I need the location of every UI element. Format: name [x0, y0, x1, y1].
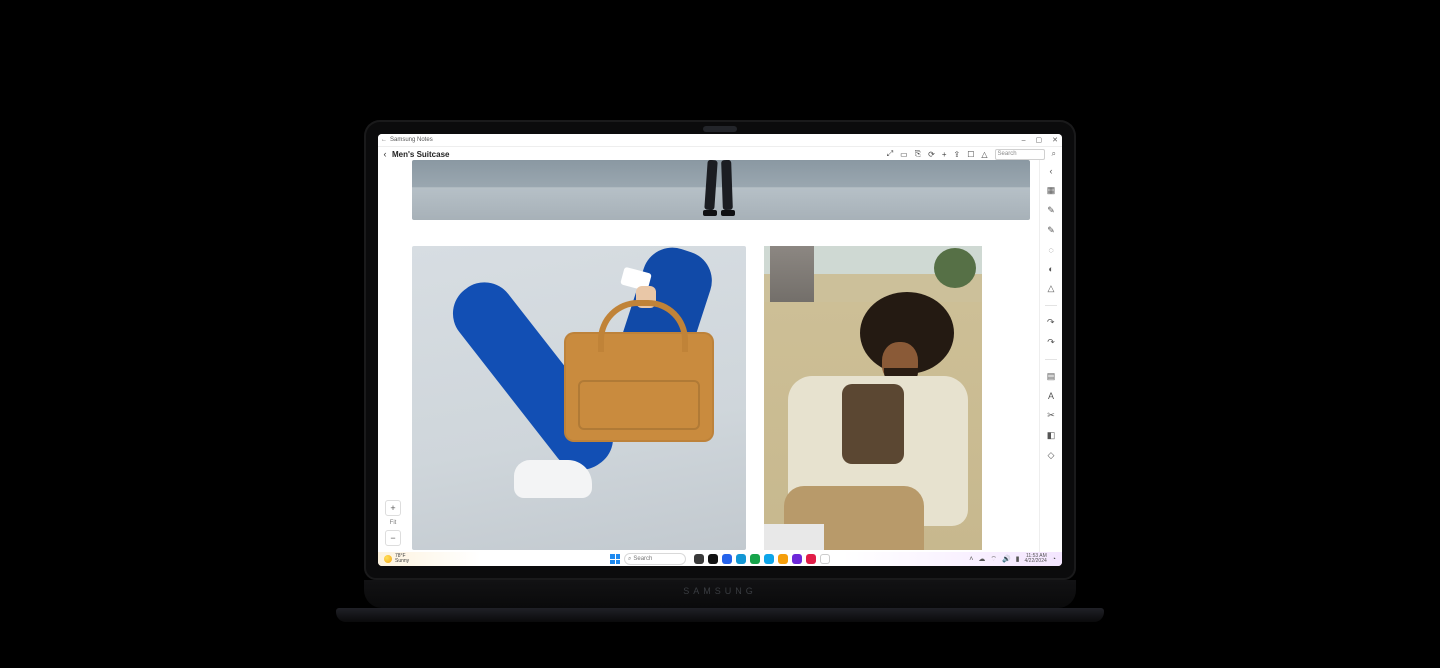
app-name: Samsung Notes — [390, 137, 433, 143]
share-icon[interactable]: ⇪ — [953, 150, 960, 159]
shape-tool-icon[interactable]: ◇ — [1048, 450, 1055, 461]
add-icon[interactable]: + — [942, 150, 947, 159]
clip-tool-icon[interactable]: ✂ — [1047, 410, 1055, 421]
pinned-app-icon[interactable] — [736, 554, 746, 564]
save-icon[interactable]: ☐ — [967, 150, 974, 159]
rail-collapse-icon[interactable]: ‹ — [1050, 166, 1053, 176]
select-tool-icon[interactable]: △ — [1048, 283, 1055, 294]
tray-date: 4/22/2024 — [1025, 559, 1047, 564]
zoom-out-button[interactable]: − — [385, 530, 401, 546]
search-icon[interactable]: ⌕ — [1052, 149, 1056, 159]
volume-icon[interactable]: 🔊 — [1002, 555, 1011, 563]
layers-icon[interactable]: ▤ — [1047, 371, 1056, 382]
taskbar-tray: ˄ ☁ ⌔ 🔊 ▮ 11:53 AM 4/22/2024 ◔ — [969, 554, 1056, 564]
window-maximize-button[interactable]: ▢ — [1036, 136, 1043, 144]
inserted-image-top[interactable] — [412, 160, 1030, 220]
text-tool-icon[interactable]: A — [1048, 391, 1054, 401]
taskbar-clock[interactable]: 11:53 AM 4/22/2024 — [1025, 554, 1047, 564]
tag-icon[interactable]: △ — [981, 150, 987, 159]
search-input[interactable]: Search — [995, 149, 1045, 160]
pinned-app-icon[interactable] — [820, 554, 830, 564]
zoom-in-button[interactable]: + — [385, 500, 401, 516]
taskbar-search-input[interactable]: ⌕ Search — [624, 553, 686, 565]
pinned-app-icon[interactable] — [750, 554, 760, 564]
note-page — [412, 160, 1030, 552]
taskbar-pinned-apps — [694, 554, 830, 564]
start-button[interactable] — [610, 554, 620, 564]
window-close-button[interactable]: ✕ — [1052, 136, 1058, 144]
windows-taskbar: 78°F Sunny ⌕ Search ˄ ☁ — [378, 552, 1062, 566]
history-back-icon[interactable]: ← — [378, 137, 390, 143]
zoom-controls: + Fit − — [384, 500, 402, 546]
present-icon[interactable]: ▭ — [900, 150, 908, 159]
note-canvas-viewport[interactable]: + Fit − — [378, 160, 1040, 552]
laptop: ← Samsung Notes – ▢ ✕ ‹ Men's Suitcase ⤢… — [364, 120, 1076, 668]
screen: ← Samsung Notes – ▢ ✕ ‹ Men's Suitcase ⤢… — [378, 134, 1062, 566]
product-shot: ← Samsung Notes – ▢ ✕ ‹ Men's Suitcase ⤢… — [0, 0, 1440, 668]
redo-icon[interactable]: ↷ — [1047, 337, 1055, 348]
color-tool-icon[interactable]: ◧ — [1047, 430, 1056, 441]
highlighter-tool-icon[interactable]: ✎ — [1047, 225, 1055, 236]
image-tool-icon[interactable]: ▦ — [1047, 185, 1056, 196]
weather-sun-icon — [384, 555, 392, 563]
pinned-app-icon[interactable] — [694, 554, 704, 564]
taskbar-search-placeholder: Search — [633, 556, 652, 562]
battery-icon[interactable]: ▮ — [1016, 555, 1020, 563]
page-options-icon[interactable]: ⎘ — [915, 149, 921, 159]
window-minimize-button[interactable]: – — [1022, 137, 1026, 144]
weather-cond: Sunny — [395, 559, 409, 564]
fullscreen-icon[interactable]: ⤢ — [887, 149, 893, 159]
eraser-tool-icon[interactable]: ◌ — [1048, 245, 1053, 255]
rail-separator — [1045, 359, 1057, 360]
display-bezel: ← Samsung Notes – ▢ ✕ ‹ Men's Suitcase ⤢… — [364, 120, 1076, 580]
wifi-icon[interactable]: ⌔ — [990, 555, 997, 564]
pinned-app-icon[interactable] — [764, 554, 774, 564]
pen-tool-icon[interactable]: ✎ — [1047, 205, 1055, 216]
back-chevron-icon[interactable]: ‹ — [378, 149, 392, 159]
tray-overflow-icon[interactable]: ˄ — [969, 556, 973, 563]
zoom-fit-label[interactable]: Fit — [390, 520, 397, 526]
pinned-app-icon[interactable] — [722, 554, 732, 564]
pinned-app-icon[interactable] — [792, 554, 802, 564]
webcam-notch — [703, 126, 737, 132]
note-title: Men's Suitcase — [392, 150, 449, 159]
taskbar-weather-widget[interactable]: 78°F Sunny — [378, 554, 409, 564]
reading-mode-icon[interactable]: ⟳ — [928, 150, 935, 159]
onedrive-icon[interactable]: ☁ — [978, 555, 985, 563]
inserted-image-left[interactable] — [412, 246, 746, 550]
pinned-app-icon[interactable] — [778, 554, 788, 564]
rail-separator — [1045, 305, 1057, 306]
tool-rail: ‹ ▦ ✎ ✎ ◌ ◐ △ ↶ ↷ ▤ A ✂ ◧ ◇ — [1039, 160, 1062, 552]
search-icon: ⌕ — [628, 556, 631, 563]
undo-icon[interactable]: ↶ — [1047, 317, 1055, 328]
taskbar-center: ⌕ Search — [610, 553, 830, 565]
window-titlebar: ← Samsung Notes – ▢ ✕ — [378, 134, 1062, 147]
inserted-image-right[interactable] — [764, 246, 982, 550]
laptop-base — [336, 608, 1104, 622]
pinned-app-icon[interactable] — [806, 554, 816, 564]
pinned-app-icon[interactable] — [708, 554, 718, 564]
laptop-brand: SAMSUNG — [683, 586, 757, 596]
notifications-icon[interactable]: ◔ — [1052, 556, 1056, 563]
lasso-tool-icon[interactable]: ◐ — [1048, 264, 1053, 274]
